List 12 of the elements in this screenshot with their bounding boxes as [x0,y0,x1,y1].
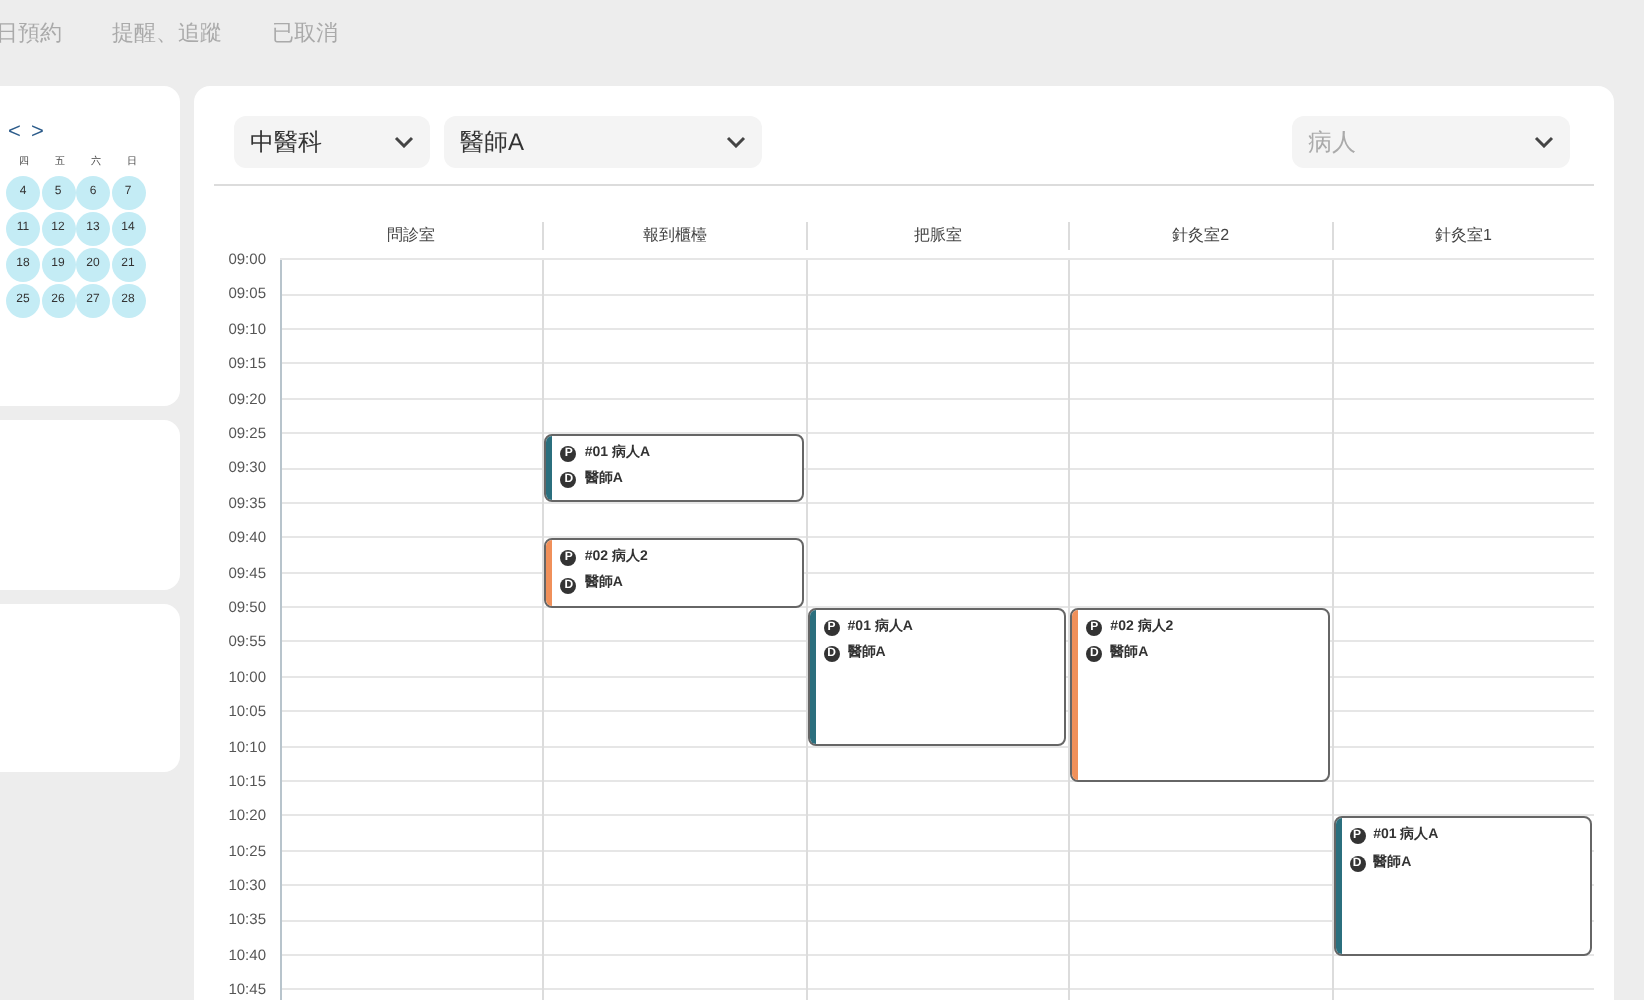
room-header: 把脈室 [913,224,962,248]
room-header: 針灸室2 [1172,224,1230,248]
next-month-button[interactable]: > [30,116,44,149]
room-header: 針灸室1 [1435,224,1492,248]
previous-month-button[interactable]: < [8,116,21,149]
chevron-down-icon [394,136,414,148]
room-header: 報到櫃檯 [643,224,708,248]
room-header: 問診室 [387,224,436,248]
dropdown-select[interactable]: 醫師A [444,116,762,168]
dropdown-select[interactable]: 中醫科 [234,116,430,168]
chevron-down-icon [1534,136,1554,148]
chevron-down-icon [726,136,746,148]
